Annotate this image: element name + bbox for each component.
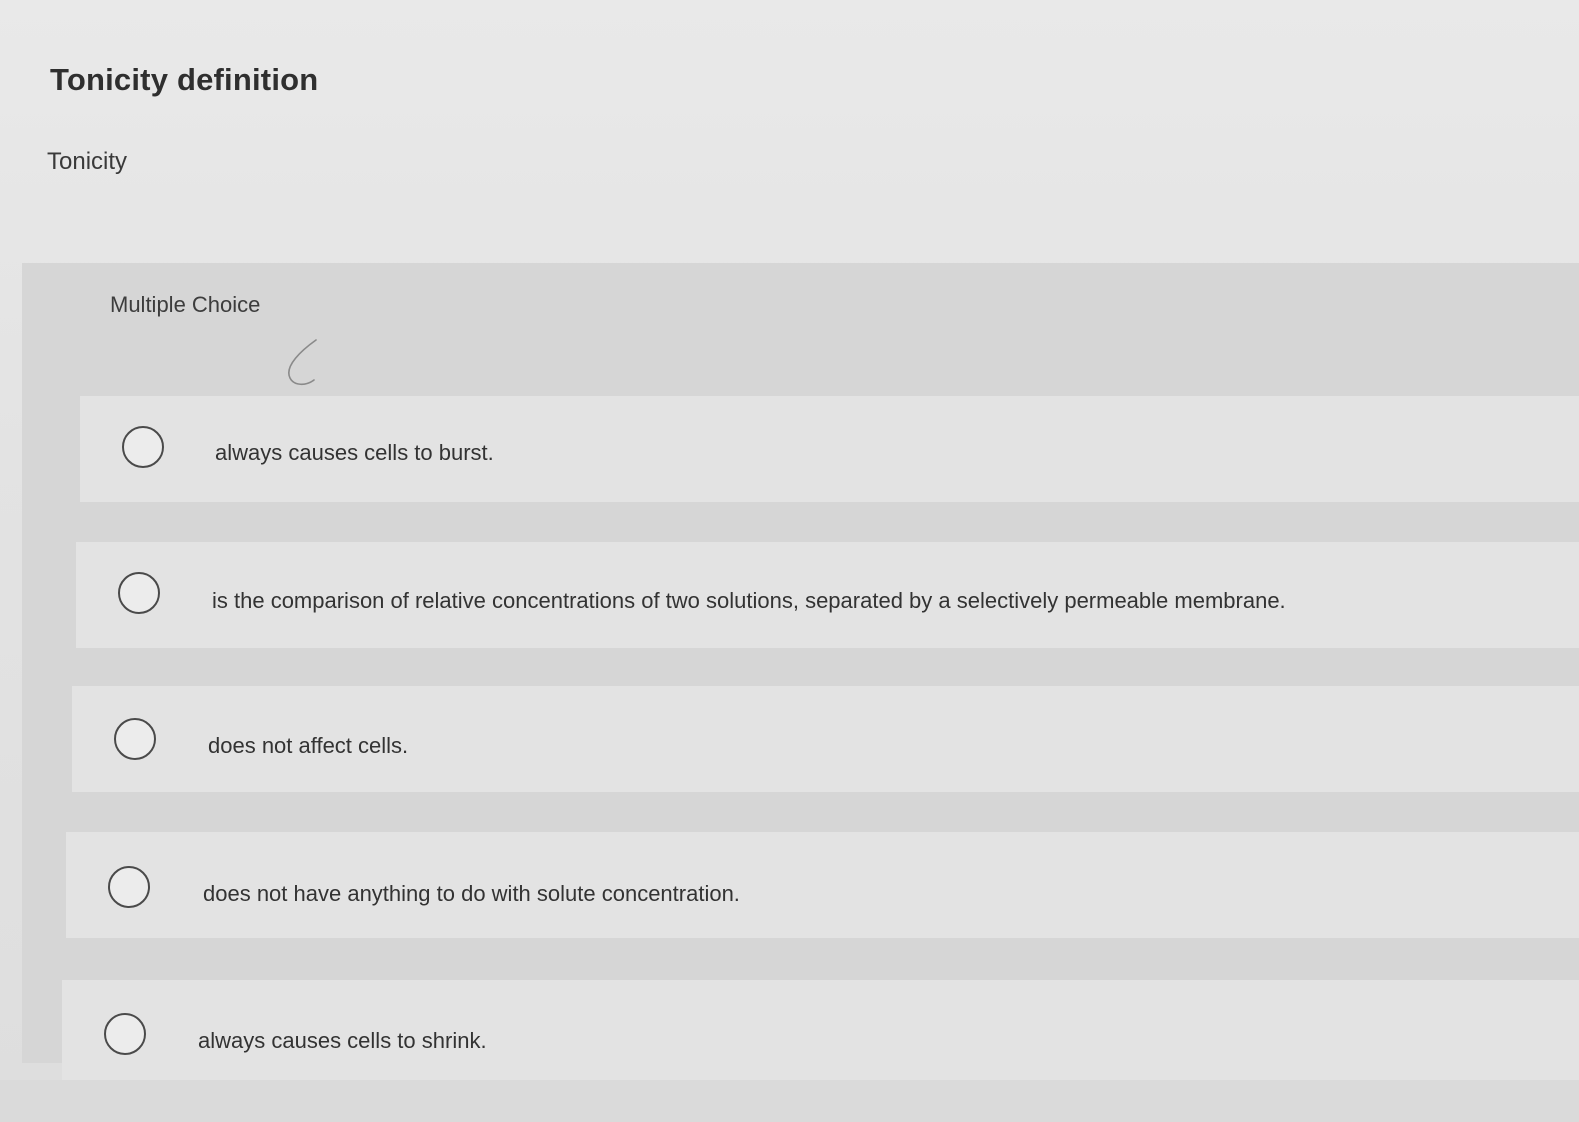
- option-label: does not affect cells.: [208, 733, 409, 758]
- answer-option-2[interactable]: is the comparison of relative concentrat…: [76, 542, 1579, 648]
- option-label: always causes cells to burst.: [215, 440, 494, 465]
- radio-button-2[interactable]: [118, 572, 160, 614]
- answer-option-4[interactable]: does not have anything to do with solute…: [66, 832, 1579, 938]
- multiple-choice-panel: [22, 263, 1579, 1063]
- answer-option-5[interactable]: always causes cells to shrink.: [62, 980, 1579, 1080]
- radio-button-5[interactable]: [104, 1013, 146, 1055]
- page: Tonicity definition Tonicity Multiple Ch…: [0, 0, 1579, 1122]
- option-label: always causes cells to shrink.: [198, 1028, 487, 1053]
- radio-button-4[interactable]: [108, 866, 150, 908]
- page-title: Tonicity definition: [50, 62, 319, 97]
- answer-option-3[interactable]: does not affect cells.: [72, 686, 1579, 792]
- question-prompt: Tonicity: [47, 148, 128, 175]
- radio-button-1[interactable]: [122, 426, 164, 468]
- answer-option-1[interactable]: always causes cells to burst.: [80, 396, 1579, 502]
- question-type-label: Multiple Choice: [110, 292, 261, 317]
- option-label: is the comparison of relative concentrat…: [212, 588, 1286, 613]
- footer-strip: [0, 1080, 1579, 1122]
- option-label: does not have anything to do with solute…: [203, 881, 740, 906]
- radio-button-3[interactable]: [114, 718, 156, 760]
- handwritten-mark: [288, 339, 317, 386]
